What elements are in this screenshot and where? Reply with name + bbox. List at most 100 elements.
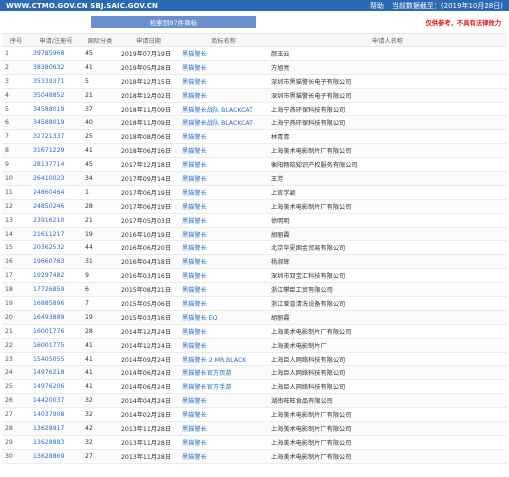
row-trademark[interactable]: 黑猫警长 <box>179 393 268 409</box>
row-reg-no[interactable]: 35048852 <box>30 88 82 103</box>
row-trademark[interactable]: 黑猫警长 <box>179 46 268 61</box>
row-date: 2016年04月18日 <box>118 254 179 270</box>
table-body: 1 39785968 45 2019年07月19日 黑猫警长 颜玉云 2 38380632 41… <box>2 46 507 464</box>
row-reg-no[interactable]: 13628917 <box>30 421 82 436</box>
table-row: 4 35048852 21 2018年12月02日 黑猫警长 深圳市黑猫警长电子有限公司 <box>2 88 507 103</box>
row-reg-no[interactable]: 19660763 <box>30 254 82 270</box>
row-class: 32 <box>82 435 118 450</box>
row-trademark[interactable]: 黑猫警长 <box>179 129 268 145</box>
top-bar: WWW.CTMO.GOV.CN SBJ.SAIC.GOV.CN 帮助 当前数据截… <box>0 0 509 11</box>
row-trademark[interactable]: 黑猫警长 <box>179 421 268 436</box>
row-trademark[interactable]: 黑猫警长 <box>179 74 268 89</box>
row-seq: 16 <box>2 254 30 270</box>
row-reg-no[interactable]: 14976206 <box>30 379 82 395</box>
row-reg-no[interactable]: 20362532 <box>30 240 82 256</box>
row-reg-no[interactable]: 34588019 <box>30 102 82 117</box>
row-class: 40 <box>82 115 118 131</box>
row-trademark[interactable]: 黑猫警长 <box>179 185 268 200</box>
row-trademark[interactable]: 黑猫警长 <box>179 143 268 159</box>
row-trademark[interactable]: 黑猫警长 <box>179 213 268 228</box>
table-row: 9 28137714 45 2017年12月18日 黑猫警长 衡阳畅晓知识产权服务有限公司 <box>2 157 507 173</box>
row-trademark[interactable]: 黑猫警长 <box>179 282 268 298</box>
row-seq: 19 <box>2 296 30 311</box>
row-trademark[interactable]: 黑猫警长战队 BLACKCAT <box>179 102 268 117</box>
help-link[interactable]: 帮助 <box>370 1 384 11</box>
row-reg-no[interactable]: 14037908 <box>30 407 82 423</box>
row-applicant: 上海美术电影制片厂 <box>268 338 507 353</box>
row-trademark[interactable]: 黑猫警长战队 BLACKCAT <box>179 115 268 131</box>
row-trademark[interactable]: 黑猫警长 EO <box>179 310 268 325</box>
row-reg-no[interactable]: 14976218 <box>30 365 82 381</box>
row-date: 2019年07月19日 <box>118 46 179 61</box>
row-trademark[interactable]: 黑猫警长 <box>179 199 268 214</box>
row-seq: 7 <box>2 129 30 145</box>
row-date: 2014年12月24日 <box>118 324 179 339</box>
row-date: 2017年06月19日 <box>118 185 179 200</box>
row-reg-no[interactable]: 16885896 <box>30 296 82 311</box>
row-trademark[interactable]: 黑猫警长 <box>179 227 268 242</box>
row-trademark[interactable]: 黑猫警长 <box>179 435 268 450</box>
row-class: 42 <box>82 421 118 436</box>
row-reg-no[interactable]: 23916210 <box>30 213 82 228</box>
row-reg-no[interactable]: 19297482 <box>30 268 82 284</box>
row-trademark[interactable]: 黑猫警长 <box>179 171 268 186</box>
row-applicant: 杨淑辉 <box>268 254 507 270</box>
row-date: 2013年11月28日 <box>118 449 179 464</box>
row-reg-no[interactable]: 24850246 <box>30 199 82 214</box>
row-trademark[interactable]: 黑猫警长 <box>179 449 268 464</box>
row-reg-no[interactable]: 39785968 <box>30 46 82 61</box>
row-reg-no[interactable]: 17726859 <box>30 282 82 298</box>
row-trademark[interactable]: 黑猫警长官方手游 <box>179 379 268 395</box>
row-reg-no[interactable]: 35339371 <box>30 74 82 89</box>
row-trademark[interactable]: 黑猫警长 <box>179 88 268 103</box>
row-trademark[interactable]: 黑猫警长 <box>179 296 268 311</box>
row-reg-no[interactable]: 21611217 <box>30 227 82 242</box>
row-applicant: 胡丽霞 <box>268 310 507 325</box>
row-reg-no[interactable]: 31671229 <box>30 143 82 159</box>
table-row: 27 14037908 32 2014年02月18日 黑猫警长 上海美术电影制片厂有限公司 <box>2 407 507 423</box>
row-reg-no[interactable]: 28137714 <box>30 157 82 173</box>
row-reg-no[interactable]: 34588019 <box>30 115 82 131</box>
row-trademark[interactable]: 黑猫警长 <box>179 157 268 173</box>
row-class: 19 <box>82 227 118 242</box>
result-banner: 检索到97件商标 仅供参考，不具有法律效力 <box>0 11 509 33</box>
row-reg-no[interactable]: 24860464 <box>30 185 82 200</box>
row-reg-no[interactable]: 14420037 <box>30 393 82 409</box>
row-trademark[interactable]: 黑猫警长官方页游 <box>179 365 268 381</box>
row-trademark[interactable]: 黑猫警长 <box>179 268 268 284</box>
row-reg-no[interactable]: 15405055 <box>30 352 82 367</box>
row-class: 1 <box>82 185 118 200</box>
row-date: 2019年05月28日 <box>118 60 179 75</box>
row-seq: 24 <box>2 365 30 381</box>
row-trademark[interactable]: 黑猫警长 2 MR.BLACK <box>179 352 268 367</box>
table-row: 15 20362532 44 2016年06月20日 黑猫警长 北京华夏国金贸易有限公司 <box>2 240 507 256</box>
row-reg-no[interactable]: 26410023 <box>30 171 82 186</box>
row-reg-no[interactable]: 13628883 <box>30 435 82 450</box>
row-trademark[interactable]: 黑猫警长 <box>179 338 268 353</box>
row-trademark[interactable]: 黑猫警长 <box>179 240 268 256</box>
row-class: 27 <box>82 449 118 464</box>
row-trademark[interactable]: 黑猫警长 <box>179 407 268 423</box>
row-trademark[interactable]: 黑猫警长 <box>179 254 268 270</box>
row-trademark[interactable]: 黑猫警长 <box>179 324 268 339</box>
row-applicant: 上官学颖 <box>268 185 507 200</box>
row-reg-no[interactable]: 16001775 <box>30 338 82 353</box>
row-applicant: 上海巨人网络科技有限公司 <box>268 365 507 381</box>
row-trademark[interactable]: 黑猫警长 <box>179 60 268 75</box>
row-reg-no[interactable]: 16001776 <box>30 324 82 339</box>
row-reg-no[interactable]: 32721337 <box>30 129 82 145</box>
top-bar-right: 帮助 当前数据截至：(2019年10月28日) <box>370 1 503 11</box>
row-seq: 17 <box>2 268 30 284</box>
row-reg-no[interactable]: 13628869 <box>30 449 82 464</box>
row-reg-no[interactable]: 16493889 <box>30 310 82 325</box>
row-class: 41 <box>82 379 118 395</box>
row-applicant: 胡丽霞 <box>268 227 507 242</box>
table-header-row: 序号 申请/注册号 国际分类 申请日期 商标名称 申请人名称 <box>2 33 507 47</box>
row-date: 2014年12月24日 <box>118 338 179 353</box>
row-class: 41 <box>82 143 118 159</box>
row-class: 31 <box>82 254 118 270</box>
row-seq: 13 <box>2 213 30 228</box>
row-reg-no[interactable]: 38380632 <box>30 60 82 75</box>
row-applicant: 北京华夏国金贸易有限公司 <box>268 240 507 256</box>
result-count-button[interactable]: 检索到97件商标 <box>91 16 256 28</box>
